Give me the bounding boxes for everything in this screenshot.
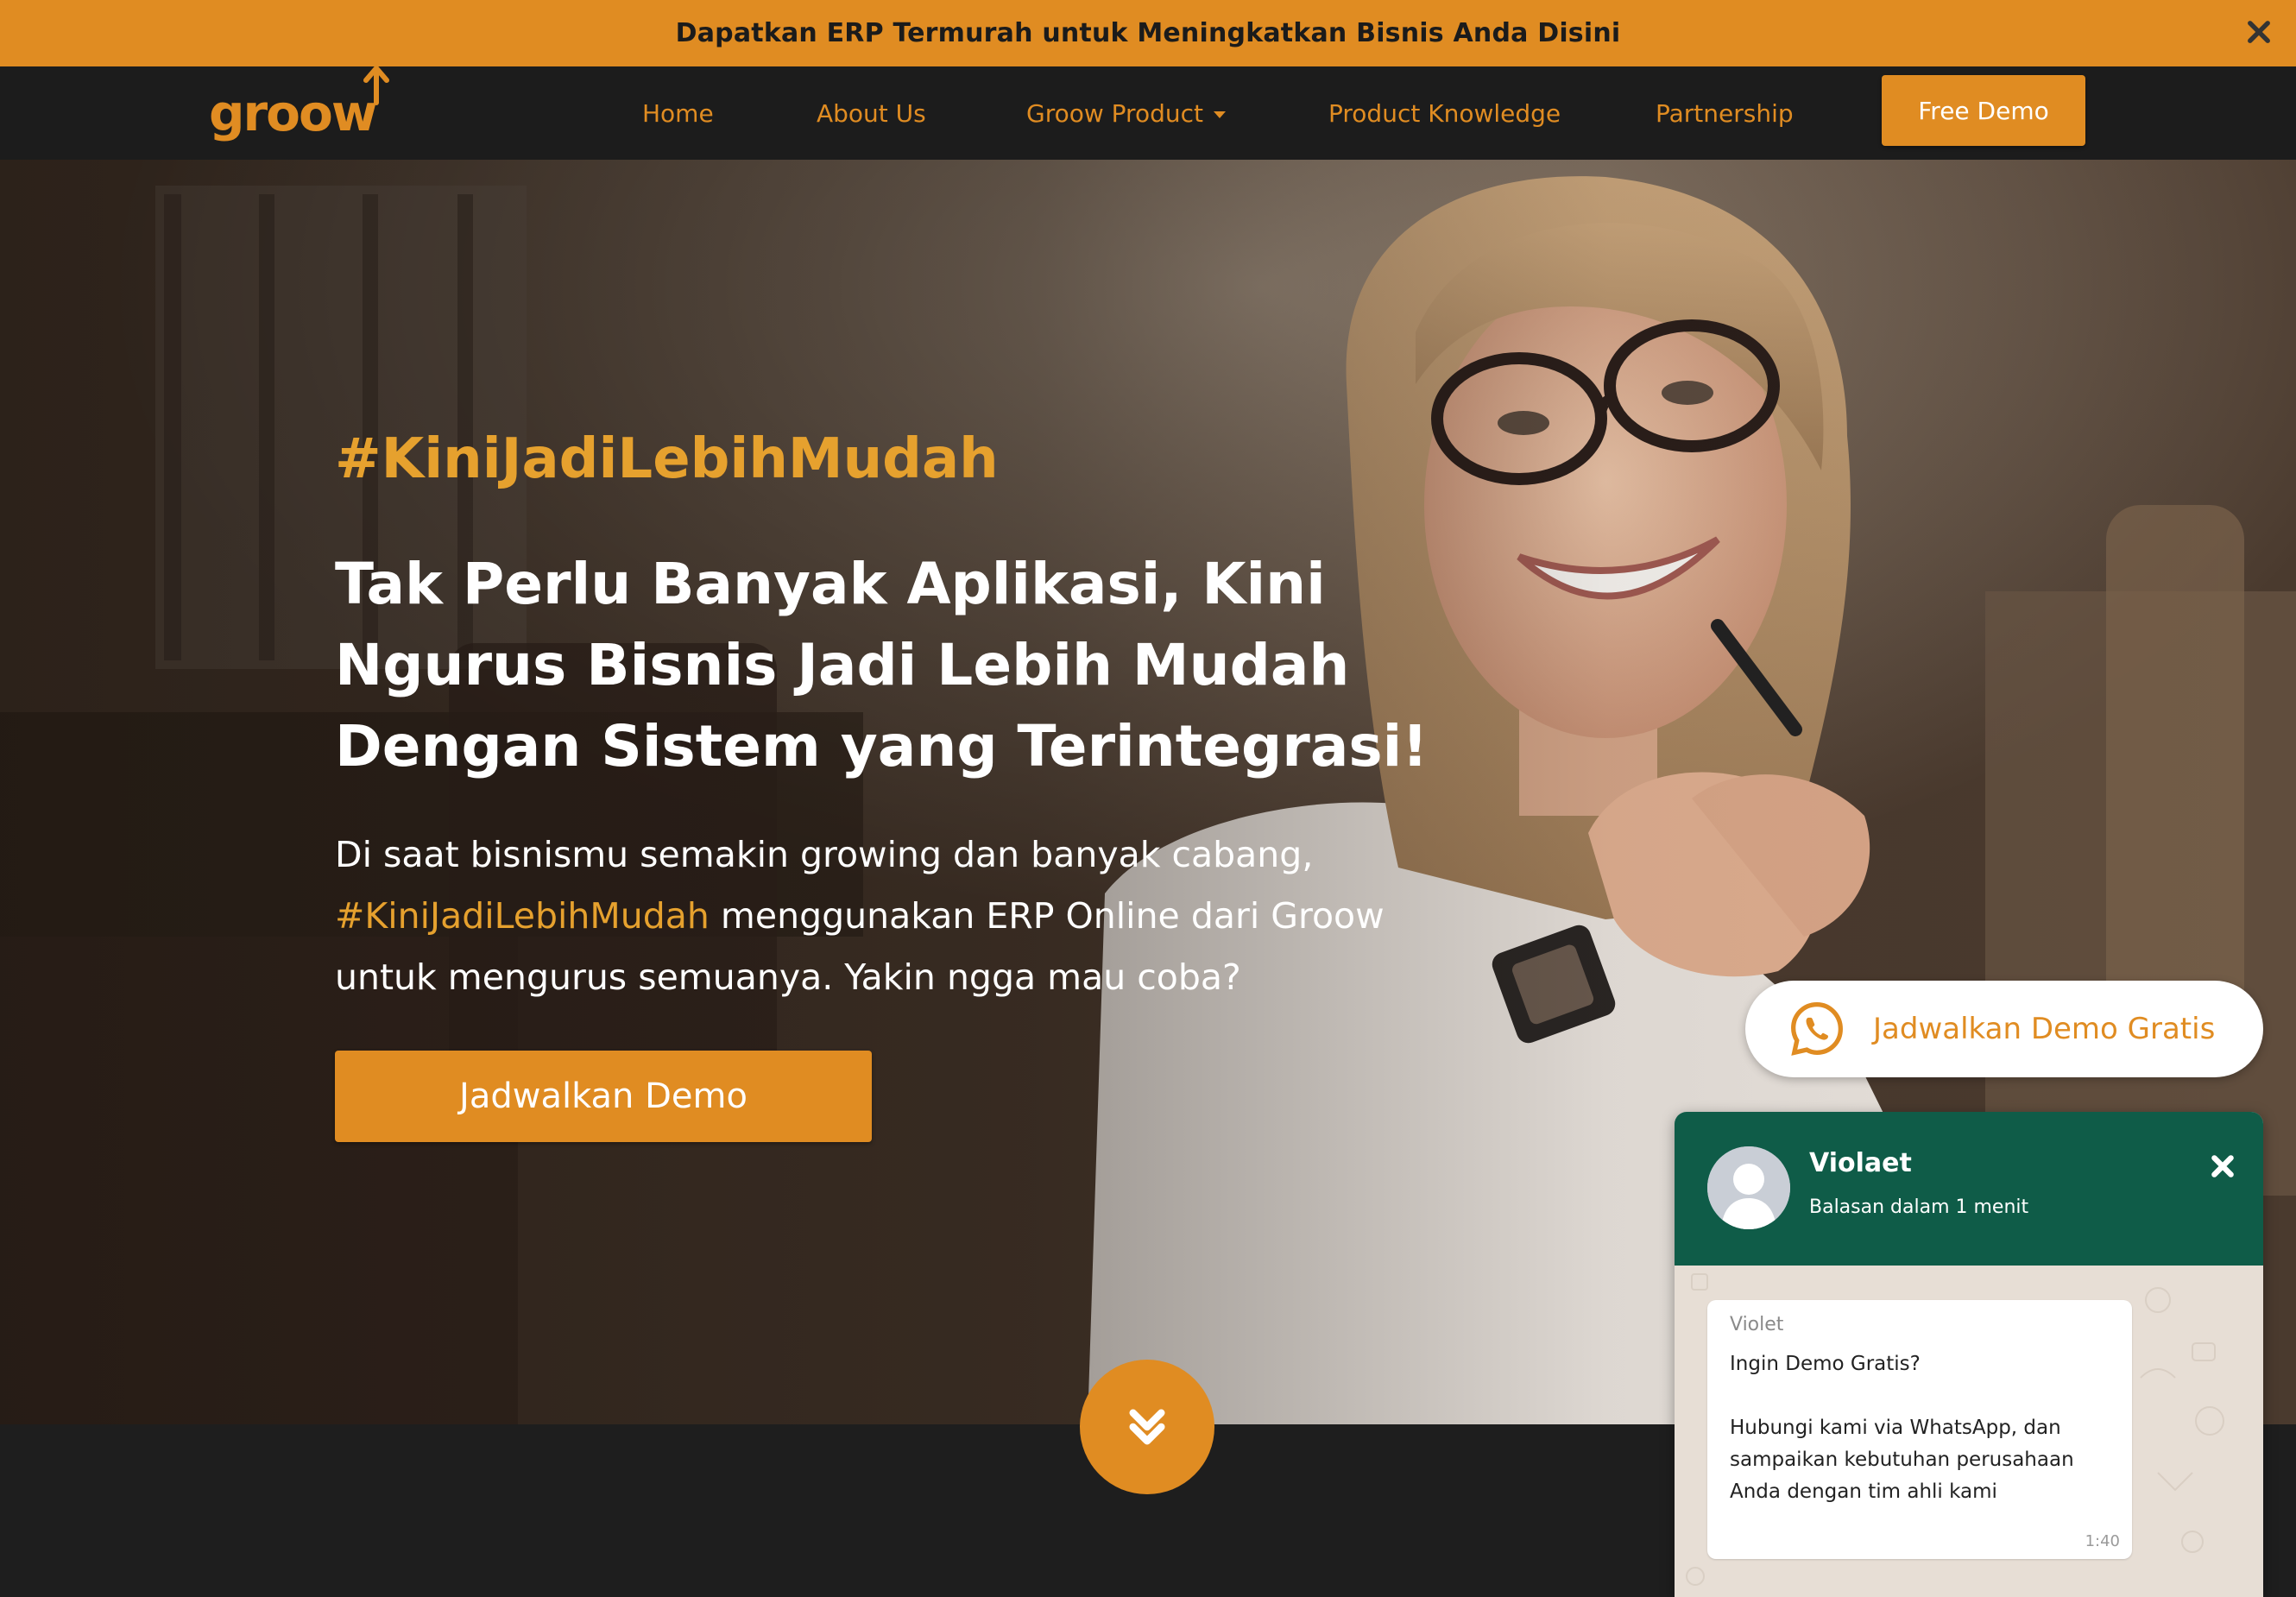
agent-reply-status: Balasan dalam 1 menit	[1809, 1196, 2029, 1218]
close-icon	[2211, 1155, 2234, 1177]
hero-hashtag: #KiniJadiLebihMudah	[335, 427, 999, 491]
nav-product-knowledge[interactable]: Product Knowledge	[1328, 66, 1561, 160]
chat-message-bubble: Violet Ingin Demo Gratis? Hubungi kami v…	[1707, 1300, 2132, 1559]
message-time: 1:40	[2085, 1532, 2120, 1550]
main-navbar: groow Home About Us Groow Product Produc…	[0, 66, 2296, 160]
whatsapp-icon	[1791, 1001, 1843, 1056]
message-sender: Violet	[1730, 1314, 1784, 1335]
logo-text: groow	[209, 84, 377, 142]
chat-close-button[interactable]	[2205, 1148, 2241, 1184]
hero-desc-hashtag: #KiniJadiLebihMudah	[335, 895, 710, 937]
chat-header: Violaet Balasan dalam 1 menit	[1675, 1112, 2263, 1266]
scroll-down-button[interactable]	[1080, 1360, 1214, 1494]
hero-description: Di saat bisnismu semakin growing dan ban…	[335, 824, 1492, 1008]
whatsapp-pill-label: Jadwalkan Demo Gratis	[1873, 1012, 2216, 1046]
double-chevron-down-icon	[1129, 1409, 1165, 1445]
chat-widget: Violaet Balasan dalam 1 menit Violet Ing…	[1675, 1112, 2263, 1597]
hero-headline: Tak Perlu Banyak Aplikasi, Kini Ngurus B…	[335, 551, 1429, 780]
chat-body: Violet Ingin Demo Gratis? Hubungi kami v…	[1675, 1266, 2263, 1597]
nav-home-label: Home	[642, 98, 714, 128]
logo-up-arrow-icon	[363, 66, 389, 105]
nav-groow-product-label: Groow Product	[1026, 98, 1203, 128]
caret-down-icon	[1213, 110, 1226, 118]
groow-logo[interactable]: groow	[209, 66, 389, 151]
hero-desc-part1: Di saat bisnismu semakin growing dan ban…	[335, 834, 1314, 875]
nav-home[interactable]: Home	[642, 66, 714, 160]
user-silhouette-icon	[1707, 1146, 1790, 1229]
promo-bar: Dapatkan ERP Termurah untuk Meningkatkan…	[0, 0, 2296, 66]
whatsapp-schedule-demo-button[interactable]: Jadwalkan Demo Gratis	[1745, 981, 2263, 1077]
nav-about-us-label: About Us	[817, 98, 926, 128]
agent-avatar	[1707, 1146, 1790, 1229]
nav-product-knowledge-label: Product Knowledge	[1328, 98, 1561, 128]
message-text: Ingin Demo Gratis? Hubungi kami via What…	[1730, 1353, 2074, 1503]
free-demo-button[interactable]: Free Demo	[1882, 75, 2085, 146]
nav-about-us[interactable]: About Us	[817, 66, 926, 160]
nav-groow-product[interactable]: Groow Product	[1026, 66, 1226, 160]
nav-partnership-label: Partnership	[1656, 98, 1794, 128]
nav-partnership[interactable]: Partnership	[1656, 66, 1794, 160]
schedule-demo-button[interactable]: Jadwalkan Demo	[335, 1051, 872, 1142]
agent-name: Violaet	[1809, 1148, 1912, 1178]
promo-close-button[interactable]	[2237, 10, 2280, 54]
close-icon	[2248, 21, 2270, 43]
promo-text: Dapatkan ERP Termurah untuk Meningkatkan…	[675, 18, 1621, 48]
